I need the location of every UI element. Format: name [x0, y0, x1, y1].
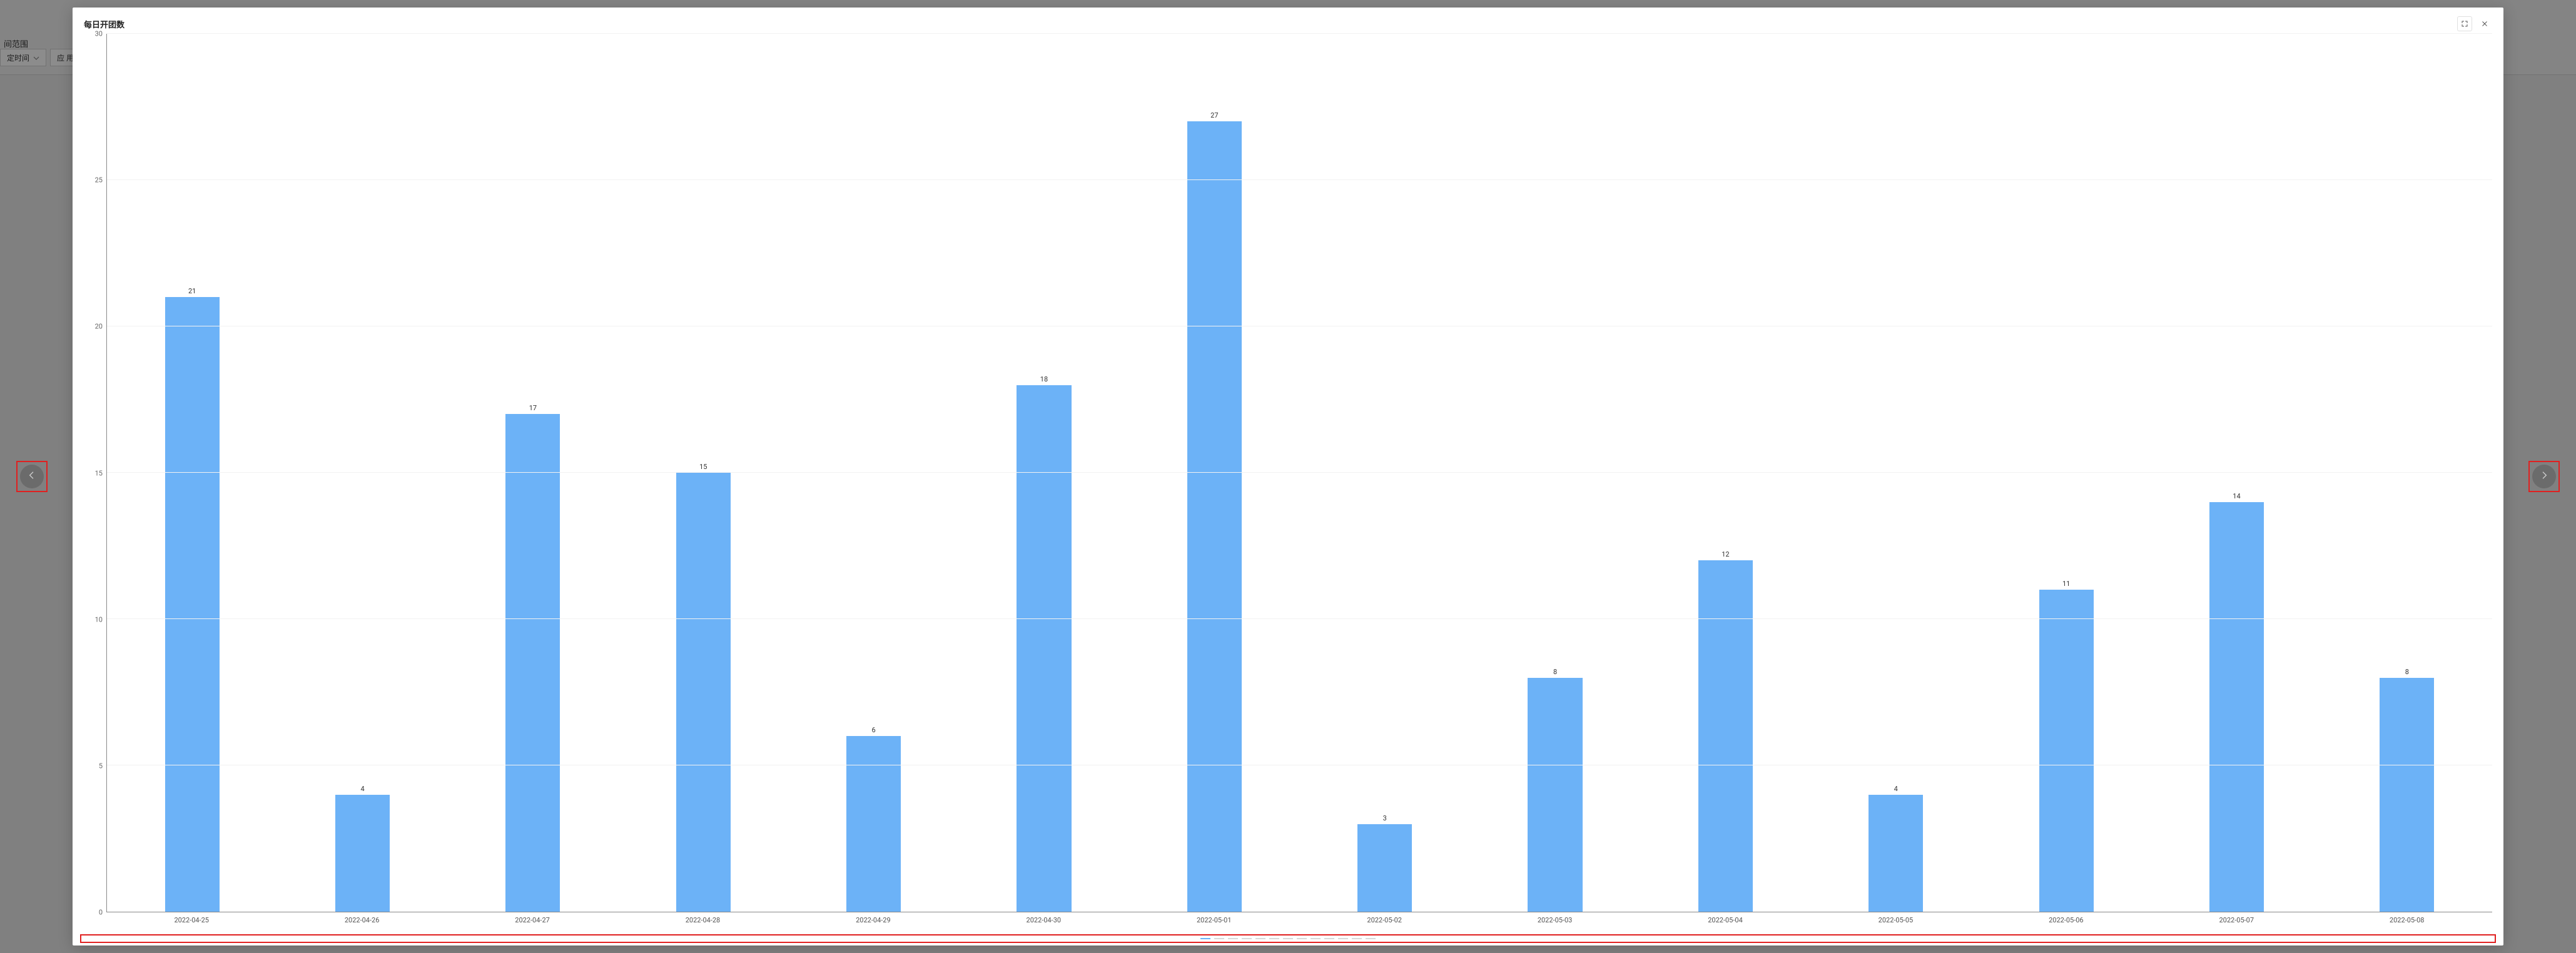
bar-value-label: 21	[188, 287, 196, 295]
bar: 18	[1017, 385, 1071, 912]
bar: 17	[505, 414, 560, 912]
bar-slot: 12	[1640, 34, 1810, 912]
page-indicator[interactable]	[1297, 938, 1307, 939]
fullscreen-button[interactable]	[2457, 16, 2472, 31]
y-tick: 30	[95, 30, 103, 38]
bar-slot: 11	[1981, 34, 2151, 912]
bar: 6	[846, 736, 901, 912]
grid-line	[107, 179, 2492, 180]
bar: 4	[335, 795, 390, 912]
pagination	[84, 938, 2492, 939]
x-tick: 2022-05-03	[1469, 912, 1640, 924]
page-indicator[interactable]	[1200, 938, 1210, 939]
x-tick: 2022-05-08	[2321, 912, 2492, 924]
y-tick: 10	[95, 615, 103, 623]
bar: 27	[1187, 121, 1242, 912]
bar: 8	[2380, 678, 2434, 912]
y-tick: 0	[99, 909, 103, 917]
x-tick: 2022-05-07	[2151, 912, 2321, 924]
x-tick: 2022-05-04	[1640, 912, 1810, 924]
bar-value-label: 8	[2405, 668, 2409, 676]
plot-area: 2141715618273812411148	[106, 34, 2492, 912]
page-indicator[interactable]	[1338, 938, 1348, 939]
expand-icon	[2461, 18, 2468, 30]
page-indicator[interactable]	[1324, 938, 1334, 939]
bar-slot: 14	[2151, 34, 2321, 912]
page-indicator[interactable]	[1352, 938, 1362, 939]
bar-slot: 8	[2322, 34, 2492, 912]
bar-slot: 3	[1300, 34, 1470, 912]
y-tick: 5	[99, 762, 103, 770]
page-indicator[interactable]	[1311, 938, 1321, 939]
carousel-prev-button[interactable]	[20, 465, 44, 488]
bar-value-label: 4	[1894, 785, 1898, 793]
bar-value-label: 12	[1722, 550, 1729, 558]
close-icon	[2481, 18, 2488, 30]
bar-slot: 18	[959, 34, 1129, 912]
x-axis: 2022-04-252022-04-262022-04-272022-04-28…	[106, 912, 2492, 924]
bar-value-label: 17	[529, 404, 537, 412]
page-indicator[interactable]	[1228, 938, 1238, 939]
bar-slot: 4	[1811, 34, 1981, 912]
x-tick: 2022-04-27	[447, 912, 617, 924]
bar-value-label: 8	[1553, 668, 1557, 676]
page-indicator[interactable]	[1242, 938, 1252, 939]
bar-slot: 17	[448, 34, 618, 912]
bar-slot: 4	[277, 34, 447, 912]
bar-slot: 27	[1129, 34, 1299, 912]
bar-slot: 15	[618, 34, 788, 912]
page-indicator[interactable]	[1214, 938, 1224, 939]
y-tick: 25	[95, 176, 103, 184]
bar-value-label: 27	[1210, 111, 1218, 119]
bar-value-label: 11	[2062, 580, 2070, 588]
y-axis: 051015202530	[84, 34, 106, 912]
bar: 8	[1528, 678, 1582, 912]
chevron-right-icon	[2539, 470, 2549, 483]
bar: 11	[2039, 590, 2094, 912]
close-button[interactable]	[2477, 16, 2492, 31]
chart: 051015202530 2141715618273812411148 2022…	[84, 34, 2492, 939]
x-tick: 2022-05-05	[1810, 912, 1980, 924]
bar: 21	[165, 297, 220, 912]
chart-modal: 每日开团数 051015202530 214171561827381241114…	[73, 8, 2503, 945]
bar: 15	[676, 473, 731, 912]
modal-title: 每日开团数	[84, 18, 124, 30]
bar-slot: 6	[788, 34, 958, 912]
modal-header: 每日开团数	[84, 16, 2492, 31]
bar-value-label: 18	[1040, 375, 1048, 383]
y-tick: 15	[95, 469, 103, 477]
grid-line	[107, 618, 2492, 619]
grid-line	[107, 472, 2492, 473]
bar-value-label: 4	[360, 785, 364, 793]
page-indicator[interactable]	[1255, 938, 1265, 939]
grid-line	[107, 33, 2492, 34]
x-tick: 2022-04-30	[958, 912, 1128, 924]
y-tick: 20	[95, 323, 103, 331]
chevron-left-icon	[27, 470, 37, 483]
x-tick: 2022-05-06	[1981, 912, 2151, 924]
bar: 14	[2209, 502, 2264, 912]
bar-value-label: 3	[1383, 814, 1387, 822]
bar: 12	[1698, 560, 1753, 912]
x-tick: 2022-04-26	[276, 912, 447, 924]
bar-slot: 8	[1470, 34, 1640, 912]
bar-value-label: 15	[699, 463, 707, 471]
bar-slot: 21	[107, 34, 277, 912]
x-tick: 2022-04-25	[106, 912, 276, 924]
page-indicator[interactable]	[1269, 938, 1279, 939]
bar: 3	[1357, 824, 1412, 912]
bar: 4	[1869, 795, 1923, 912]
x-tick: 2022-04-28	[617, 912, 788, 924]
x-tick: 2022-04-29	[788, 912, 958, 924]
bar-value-label: 14	[2233, 492, 2240, 500]
bar-value-label: 6	[872, 726, 876, 734]
carousel-next-button[interactable]	[2532, 465, 2556, 488]
x-tick: 2022-05-02	[1299, 912, 1469, 924]
x-tick: 2022-05-01	[1129, 912, 1299, 924]
page-indicator[interactable]	[1283, 938, 1293, 939]
page-indicator[interactable]	[1366, 938, 1376, 939]
